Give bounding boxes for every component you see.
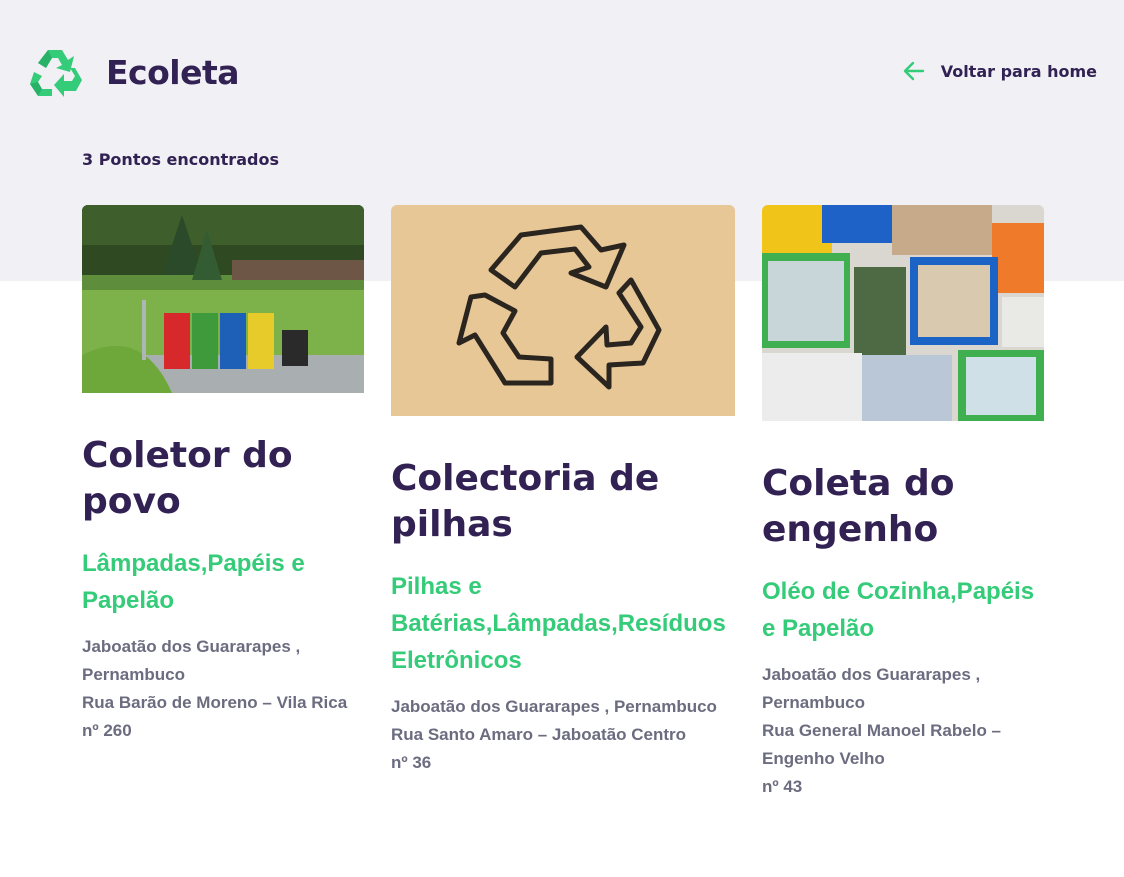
- app-name: Ecoleta: [106, 52, 240, 92]
- address-street: Rua Santo Amaro – Jaboatão Centro: [391, 725, 687, 744]
- back-to-home-label: Voltar para home: [940, 61, 1097, 81]
- collection-point-items: Oléo de Cozinha,Papéis e Papelão: [762, 578, 1035, 642]
- collection-point-items: Pilhas e Batérias,Lâmpadas,Resíduos Elet…: [391, 573, 726, 674]
- address-number: nº 36: [391, 753, 432, 772]
- collection-point-card[interactable]: Coletor do povo Lâmpadas,Papéis e Papelã…: [82, 205, 364, 745]
- collection-point-image-sorted-waste: [762, 205, 1044, 421]
- collection-point-address: Jaboatão dos Guararapes , Pernambuco Rua…: [82, 633, 364, 745]
- collection-point-image-recycle-symbol: [391, 205, 735, 416]
- collection-point-address: Jaboatão dos Guararapes , Pernambuco Rua…: [391, 693, 735, 777]
- collection-point-card[interactable]: Colectoria de pilhas Pilhas e Batérias,L…: [391, 205, 735, 777]
- arrow-left-icon: [903, 61, 924, 81]
- address-city-state: Jaboatão dos Guararapes , Pernambuco: [762, 665, 981, 712]
- address-number: nº 43: [762, 777, 803, 796]
- collection-point-address: Jaboatão dos Guararapes , Pernambuco Rua…: [762, 661, 1044, 801]
- address-number: nº 260: [82, 721, 132, 740]
- address-street: Rua Barão de Moreno – Vila Rica: [82, 693, 348, 712]
- results-count: 3 Pontos encontrados: [82, 150, 279, 169]
- back-to-home-link[interactable]: Voltar para home: [903, 60, 1097, 82]
- collection-point-card[interactable]: Coleta do engenho Oléo de Cozinha,Papéis…: [762, 205, 1044, 801]
- collection-point-title: Coletor do povo: [82, 435, 293, 522]
- address-city-state: Jaboatão dos Guararapes , Pernambuco: [82, 637, 301, 684]
- logo[interactable]: Ecoleta: [28, 46, 240, 98]
- collection-point-title: Colectoria de pilhas: [391, 458, 660, 545]
- address-street: Rua General Manoel Rabelo – Engenho Velh…: [762, 721, 1002, 768]
- recycle-icon: [30, 50, 82, 97]
- address-city-state: Jaboatão dos Guararapes , Pernambuco: [391, 697, 717, 716]
- collection-point-image-recycling-bins: [82, 205, 364, 393]
- collection-point-title: Coleta do engenho: [762, 463, 955, 550]
- collection-point-items: Lâmpadas,Papéis e Papelão: [82, 550, 305, 614]
